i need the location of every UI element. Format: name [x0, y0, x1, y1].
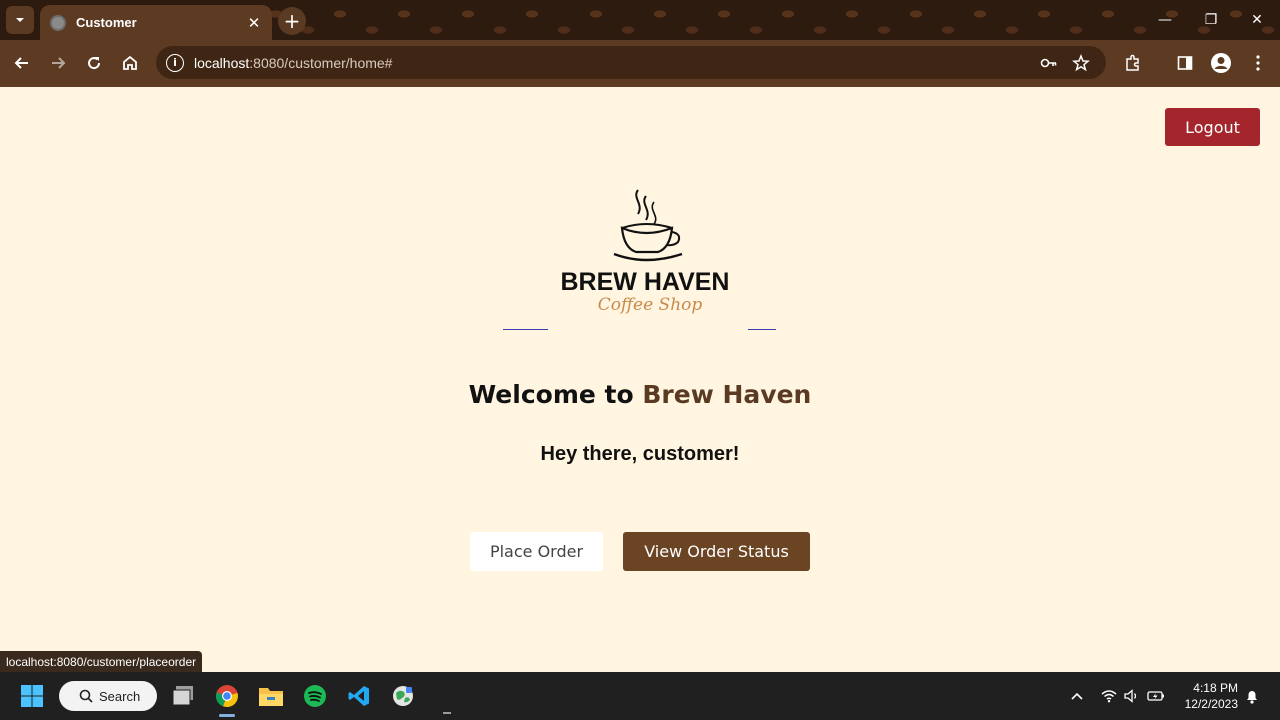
wifi-icon[interactable]	[1099, 686, 1119, 706]
welcome-prefix: Welcome to	[468, 380, 643, 409]
clock-time: 4:18 PM	[1193, 681, 1238, 695]
task-view-icon[interactable]	[167, 680, 199, 712]
bookmark-star-icon[interactable]	[1070, 52, 1092, 74]
customer-greeting: Hey there, customer!	[540, 443, 740, 465]
password-key-icon[interactable]	[1038, 52, 1060, 74]
home-icon[interactable]	[118, 51, 142, 75]
restore-button[interactable]: ❐	[1188, 0, 1234, 40]
address-url: localhost:8080/customer/home#	[194, 54, 393, 71]
place-order-button[interactable]: Place Order	[470, 532, 603, 571]
site-info-icon[interactable]: i	[166, 53, 184, 72]
globe-icon	[50, 14, 66, 31]
link-underline	[748, 329, 776, 330]
windows-start-icon[interactable]	[16, 680, 48, 712]
clock-date: 12/2/2023	[1184, 697, 1238, 711]
address-bar[interactable]: i localhost:8080/customer/home#	[156, 46, 1106, 79]
taskbar-search[interactable]: Search	[59, 681, 157, 711]
welcome-brand: Brew Haven	[642, 380, 812, 409]
file-explorer-icon[interactable]	[255, 680, 287, 712]
browser-tab-strip: Customer ✕ + — ❐ ✕	[0, 0, 1280, 40]
vscode-icon[interactable]	[343, 680, 375, 712]
forward-arrow-icon[interactable]	[46, 51, 70, 75]
extensions-puzzle-icon[interactable]	[1121, 51, 1145, 75]
side-panel-icon[interactable]	[1173, 51, 1197, 75]
tab-search-button[interactable]	[6, 6, 34, 34]
spotify-icon[interactable]	[299, 680, 331, 712]
profile-avatar-icon[interactable]	[1209, 51, 1233, 75]
active-app-indicator	[219, 714, 235, 717]
link-status-bubble: localhost:8080/customer/placeorder	[0, 651, 203, 672]
back-arrow-icon[interactable]	[10, 51, 34, 75]
browser-toolbar: i localhost:8080/customer/home#	[0, 40, 1280, 87]
welcome-heading: Welcome to Brew Haven	[0, 380, 1280, 409]
logout-button[interactable]: Logout	[1165, 108, 1260, 146]
minimized-indicator	[443, 712, 451, 714]
new-tab-button[interactable]: +	[278, 7, 306, 35]
minimize-button[interactable]: —	[1142, 0, 1188, 40]
logo-brand-text: BREW HAVEN	[561, 268, 730, 296]
view-order-status-button[interactable]: View Order Status	[623, 532, 810, 571]
taskbar-clock[interactable]: 4:18 PM 12/2/2023	[1176, 680, 1238, 712]
browser-tab[interactable]: Customer ✕	[40, 5, 272, 40]
link-underline	[503, 329, 548, 330]
brew-haven-logo: BREW HAVEN Coffee Shop	[540, 182, 750, 322]
battery-charging-icon[interactable]	[1146, 686, 1166, 706]
volume-icon[interactable]	[1122, 686, 1142, 706]
search-label: Search	[99, 688, 141, 704]
tab-title: Customer	[76, 15, 137, 30]
logo-script-text: Coffee Shop	[598, 295, 703, 315]
reload-icon[interactable]	[82, 51, 106, 75]
windows-taskbar: Search 4:18 PM 12/2/2023	[0, 672, 1280, 720]
customer-home-page: Logout BREW HAVEN Coffee Shop Welcome to…	[0, 87, 1280, 672]
chrome-icon[interactable]	[211, 680, 243, 712]
globe-app-icon[interactable]	[387, 680, 419, 712]
window-close-button[interactable]: ✕	[1234, 0, 1280, 40]
notification-bell-icon[interactable]	[1242, 686, 1262, 706]
chevron-down-icon	[16, 18, 24, 22]
show-hidden-icons-chevron-icon[interactable]	[1067, 686, 1087, 706]
more-menu-icon[interactable]	[1246, 51, 1270, 75]
search-icon	[79, 689, 93, 703]
close-icon[interactable]: ✕	[246, 14, 262, 32]
